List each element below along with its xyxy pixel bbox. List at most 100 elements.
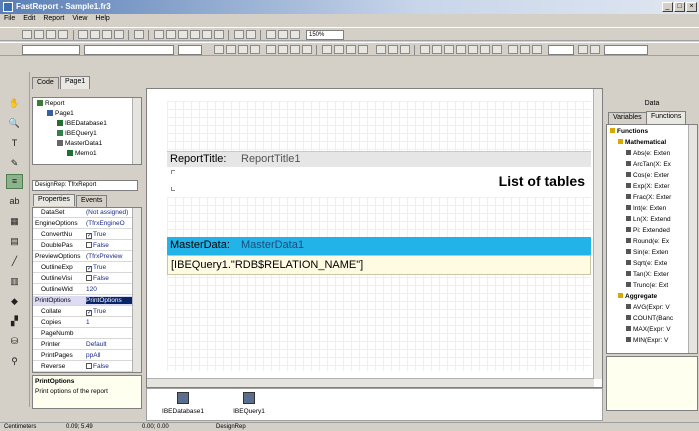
property-value[interactable]: False [86, 363, 134, 370]
property-row[interactable]: ConvertNu ✓True [33, 230, 135, 240]
design-hscroll[interactable] [147, 378, 594, 387]
function-item[interactable]: Sqrt(e: Exte [626, 260, 667, 267]
frame-all-icon[interactable] [468, 45, 478, 54]
font-size-combo[interactable] [178, 45, 202, 55]
more-objects-icon[interactable]: ⚲ [6, 354, 23, 369]
frame-none-icon[interactable] [480, 45, 490, 54]
undo-icon[interactable] [202, 30, 212, 39]
font-color-icon[interactable] [266, 45, 276, 54]
function-group[interactable]: Aggregate [618, 293, 657, 300]
tab-variables[interactable]: Variables [608, 112, 647, 124]
frame-bottom-icon[interactable] [432, 45, 442, 54]
property-value[interactable]: ppAll [86, 352, 134, 359]
rotate-icon[interactable] [290, 45, 300, 54]
font-settings-icon[interactable] [250, 45, 260, 54]
band-master-data[interactable]: MasterData: MasterData1 [167, 237, 591, 255]
align-middle-icon[interactable] [388, 45, 398, 54]
property-value[interactable]: 1 [86, 319, 134, 326]
save-icon[interactable] [46, 30, 56, 39]
close-button[interactable]: × [686, 2, 697, 12]
component-query[interactable]: IBEQuery1 [221, 392, 277, 415]
property-row[interactable]: OutlineExp ✓True [33, 263, 135, 273]
function-item[interactable]: MAX(Expr: V [626, 326, 671, 333]
align-left-icon[interactable] [322, 45, 332, 54]
style-combo[interactable] [22, 45, 80, 55]
tree-item[interactable]: Page1 [47, 110, 74, 117]
cut-icon[interactable] [154, 30, 164, 39]
tree-item[interactable]: Memo1 [67, 150, 97, 157]
frame-right-icon[interactable] [456, 45, 466, 54]
align-grid-icon[interactable] [278, 30, 288, 39]
property-value[interactable]: 120 [86, 286, 134, 293]
property-value[interactable]: (TfrxPreview [86, 253, 134, 260]
preview-icon[interactable] [58, 30, 68, 39]
align-right-icon[interactable] [346, 45, 356, 54]
tab-properties[interactable]: Properties [33, 194, 75, 206]
show-grid-icon[interactable] [266, 30, 276, 39]
tree-item[interactable]: IBEQuery1 [57, 130, 97, 137]
property-row[interactable]: PrintOptions PrintOptions [33, 296, 135, 306]
tab-events[interactable]: Events [76, 195, 108, 207]
hand-tool-icon[interactable]: ✋ [6, 96, 23, 111]
design-vscroll[interactable] [593, 89, 602, 379]
text-fill-icon[interactable] [302, 45, 312, 54]
property-row[interactable]: PreviewOptions (TfrxPreview [33, 252, 135, 262]
checkbox-icon[interactable]: ✓ [86, 233, 92, 239]
memo1[interactable]: [IBEQuery1."RDB$RELATION_NAME"] [167, 255, 591, 275]
property-row[interactable]: PageNumb [33, 329, 135, 339]
property-row[interactable]: DataSet (Not assigned) [33, 208, 135, 218]
property-value[interactable]: False [86, 275, 134, 282]
function-item[interactable]: Ln(X: Extend [626, 216, 671, 223]
property-value[interactable]: ✓True [86, 264, 134, 272]
function-group[interactable]: Mathematical [618, 139, 666, 146]
tree-item[interactable]: IBEDatabase1 [57, 120, 107, 127]
minimize-button[interactable]: _ [662, 2, 673, 12]
menu-file[interactable]: File [0, 14, 19, 23]
property-value[interactable]: PrintOptions [86, 297, 134, 304]
text-object-icon[interactable]: ab [6, 194, 23, 209]
checkbox-icon[interactable]: ✓ [86, 310, 92, 316]
tree-scrollbar[interactable] [132, 98, 141, 164]
function-item[interactable]: Trunc(e: Ext [626, 282, 668, 289]
shadow-icon[interactable] [492, 45, 502, 54]
property-row[interactable]: OutlineVisi False [33, 274, 135, 284]
property-value[interactable]: ✓True [86, 308, 134, 316]
checkbox-icon[interactable] [86, 242, 92, 248]
frame-width-combo[interactable] [548, 45, 574, 55]
line-object-icon[interactable]: ╱ [6, 254, 23, 269]
property-row[interactable]: Collate ✓True [33, 307, 135, 317]
group-icon[interactable] [234, 30, 244, 39]
checkbox-icon[interactable]: ✓ [86, 266, 92, 272]
tab-functions[interactable]: Functions [646, 111, 687, 124]
page-settings-icon[interactable] [114, 30, 124, 39]
function-item[interactable]: Int(e: Exten [626, 205, 666, 212]
property-row[interactable]: Printer Default [33, 340, 135, 350]
italic-icon[interactable] [226, 45, 236, 54]
back-color-icon[interactable] [508, 45, 518, 54]
property-row[interactable]: DoublePas False [33, 241, 135, 251]
property-row[interactable]: Reverse False [33, 362, 135, 372]
frame-style-icon[interactable] [532, 45, 542, 54]
function-group[interactable]: Functions [610, 128, 648, 135]
paste-icon[interactable] [178, 30, 188, 39]
menu-edit[interactable]: Edit [19, 14, 39, 23]
subreport-object-icon[interactable]: ▤ [6, 234, 23, 249]
functions-scrollbar[interactable] [688, 125, 697, 353]
band-report-title[interactable]: ReportTitle: ReportTitle1 [167, 151, 591, 167]
frame-top-icon[interactable] [420, 45, 430, 54]
copy-icon[interactable] [166, 30, 176, 39]
new-icon[interactable] [22, 30, 32, 39]
format-painter-icon[interactable] [190, 30, 200, 39]
barcode-object-icon[interactable]: ▥ [6, 274, 23, 289]
highlight-icon[interactable] [278, 45, 288, 54]
function-item[interactable]: COUNT(Banc [626, 315, 673, 322]
line-style-combo[interactable] [604, 45, 648, 55]
fit-grid-icon[interactable] [290, 30, 300, 39]
function-item[interactable]: Pi: Extended [626, 227, 670, 234]
tree-item[interactable]: MasterData1 [57, 140, 102, 147]
open-icon[interactable] [34, 30, 44, 39]
format-tool-icon[interactable]: ✎ [6, 156, 23, 171]
picture-object-icon[interactable]: ▦ [6, 214, 23, 229]
align-bottom-icon[interactable] [400, 45, 410, 54]
ungroup-icon[interactable] [246, 30, 256, 39]
